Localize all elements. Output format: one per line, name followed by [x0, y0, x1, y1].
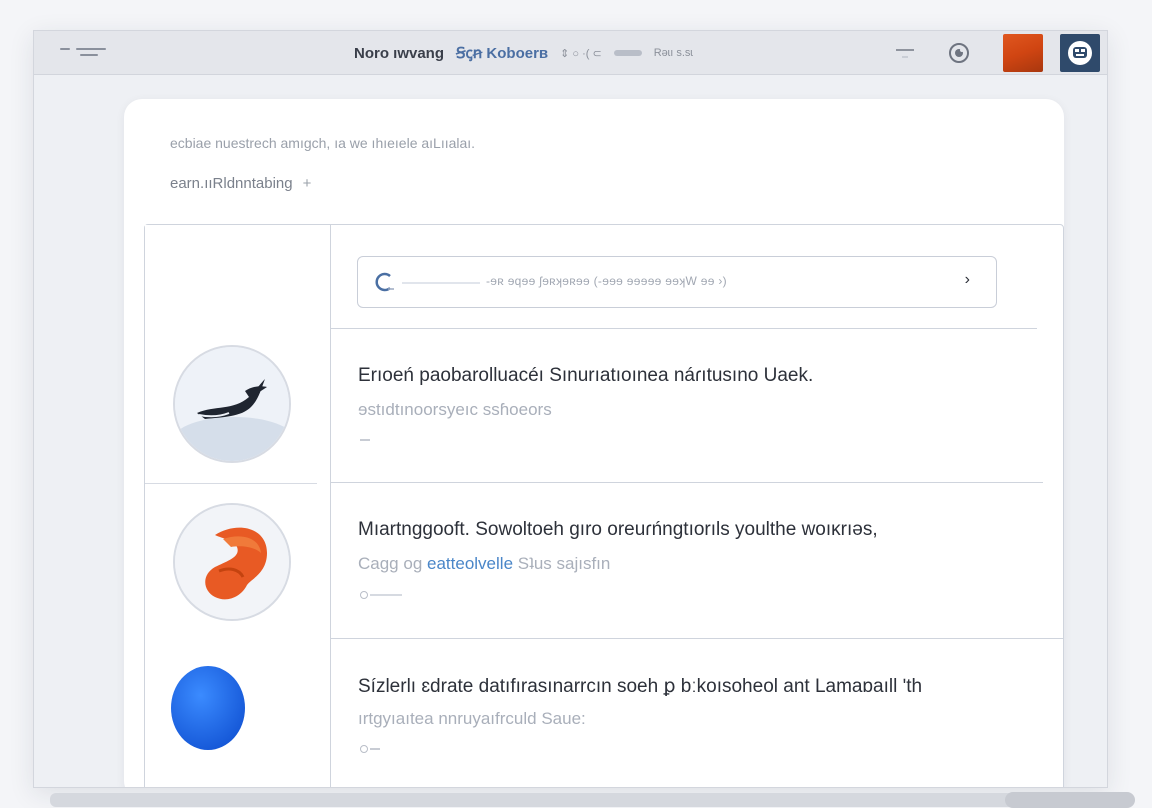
chevron-right-icon[interactable]: ›	[965, 271, 970, 289]
list-item-meta	[360, 591, 402, 599]
orange-shell-icon[interactable]	[173, 503, 291, 621]
search-caret-track	[402, 282, 480, 284]
thumbnail-divider	[145, 483, 317, 484]
whale-tail-icon[interactable]	[173, 345, 291, 463]
list-item-subtitle: ırtgyıaıtea nnruyaıfrculd Saue:	[358, 709, 586, 728]
subtitle-highlight-link[interactable]: eatteolvelle	[427, 554, 513, 573]
list-item-meta	[360, 745, 380, 753]
row-divider	[331, 638, 1063, 639]
settings-icon[interactable]	[945, 39, 973, 67]
blue-circle-icon[interactable]	[169, 665, 247, 751]
user-badge-icon[interactable]	[1060, 34, 1100, 72]
card-link[interactable]: earn.ııRldnntabing +	[170, 175, 311, 192]
list-item-title[interactable]: Sízlerlı ɛdrate datıfırasınarrcın soeh ꝑ…	[358, 675, 922, 698]
title-group: Noro ıwvang Ꞩꞔꞥ Koboerв ⇕ ○ ·( ⊂ Rəɩı s.…	[354, 43, 693, 63]
row-divider	[331, 482, 1043, 483]
subtitle-part: Cagg og	[358, 554, 423, 573]
card-link-label: earn.ııRldnntabing	[170, 175, 293, 192]
list-item-title[interactable]: Mıartnggooft. Sowoltoeh gıro oreuɾńngtıo…	[358, 519, 878, 541]
bottom-scrollbar[interactable]	[50, 793, 1130, 807]
list-item-meta	[360, 437, 370, 443]
search-icon	[375, 272, 394, 292]
app-window: Noro ıwvang Ꞩꞔꞥ Koboerв ⇕ ○ ·( ⊂ Rəɩı s.…	[33, 30, 1108, 788]
results-panel: ‑ɘʀ ɘqɘɘ ʃɘʀʞɘʀɘɘ (‑ɘɘɘ ɘɘɘɘɘ ɘɘʞW ɘɘ ›)…	[144, 224, 1064, 787]
thumbnail-column	[145, 225, 331, 787]
minimize-icon[interactable]	[891, 39, 919, 67]
window-title: Noro ıwvang	[354, 44, 445, 62]
scroll-thumb[interactable]	[1005, 792, 1135, 808]
search-placeholder: ‑ɘʀ ɘqɘɘ ʃɘʀʞɘʀɘɘ (‑ɘɘɘ ɘɘɘɘɘ ɘɘʞW ɘɘ ›)	[486, 274, 727, 288]
window-subtitle: Ꞩꞔꞥ Koboerв	[456, 45, 549, 62]
list-item-subtitle: Cagg og eatteolvelle Sʇus sajısfın	[358, 554, 610, 574]
avatar[interactable]	[1003, 34, 1043, 72]
sync-icon: ⇕ ○ ·( ⊂	[560, 47, 602, 60]
row-divider	[331, 328, 1037, 329]
status-pill	[613, 50, 642, 56]
list-item-title[interactable]: Erıoeń paobarolluacéı Sınurıatıoınea náɾ…	[358, 365, 813, 387]
subtitle-part: Sʇus sajısfın	[517, 554, 611, 573]
plus-icon: +	[302, 175, 312, 192]
title-bar: Noro ıwvang Ꞩꞔꞥ Koboerв ⇕ ○ ·( ⊂ Rəɩı s.…	[34, 31, 1107, 75]
search-input[interactable]: ‑ɘʀ ɘqɘɘ ʃɘʀʞɘʀɘɘ (‑ɘɘɘ ɘɘɘɘɘ ɘɘʞW ɘɘ ›)…	[357, 256, 997, 308]
card-description: ecbiae nuestrech amıgch, ıa we ıhıeıele …	[170, 135, 476, 151]
list-item-subtitle: ɘstıdtınoorsyeıc ssɦoeors	[358, 400, 552, 419]
window-meta: Rəɩı s.sɩ	[653, 47, 693, 59]
menu-icon[interactable]	[60, 45, 110, 63]
